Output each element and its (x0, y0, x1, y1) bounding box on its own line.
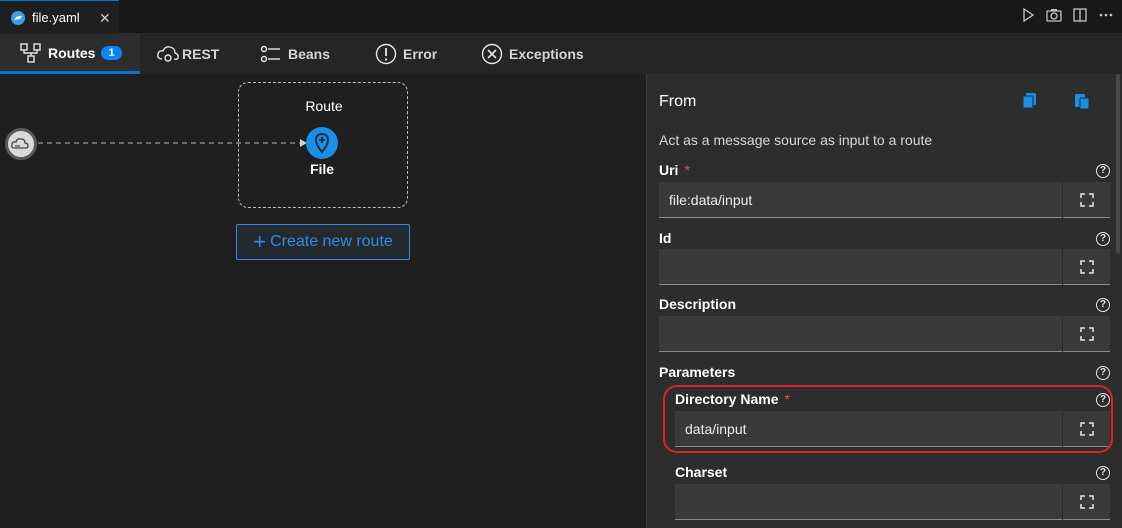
tab-routes-label: Routes (48, 44, 96, 61)
properties-panel: From Act as a message source as input to… (646, 74, 1122, 528)
expand-icon[interactable] (1062, 249, 1110, 285)
more-icon[interactable] (1098, 8, 1114, 24)
help-icon[interactable]: ? (1096, 466, 1110, 480)
help-icon[interactable]: ? (1096, 232, 1110, 246)
panel-title: From (659, 93, 697, 110)
tab-beans-label: Beans (288, 46, 331, 62)
tab-error[interactable]: Error (375, 34, 437, 74)
copy-icon[interactable] (1021, 92, 1039, 110)
file-tab-label: file.yaml (32, 10, 80, 25)
file-tab[interactable]: file.yaml ✕ (0, 0, 119, 34)
required-marker: * (684, 162, 690, 178)
expand-icon[interactable] (1062, 484, 1110, 520)
help-icon[interactable]: ? (1096, 298, 1110, 312)
panel-description: Act as a message source as input to a ro… (659, 132, 933, 148)
id-label: Id (659, 230, 672, 246)
uri-value: file:data/input (669, 192, 753, 208)
rest-cloud-icon (157, 46, 179, 62)
editor-actions (1020, 7, 1114, 24)
description-field[interactable] (659, 316, 1110, 352)
split-editor-icon[interactable] (1072, 8, 1088, 24)
uri-label: Uri * (659, 162, 690, 178)
play-icon[interactable] (1020, 7, 1036, 24)
exceptions-icon (481, 43, 503, 65)
routes-count-badge: 1 (101, 45, 122, 60)
designer-nav: Routes 1 REST Beans Error Exceptions (0, 34, 1122, 74)
tab-error-label: Error (403, 46, 438, 62)
tab-beans[interactable]: Beans (260, 34, 330, 74)
uri-field[interactable]: file:data/input (659, 182, 1110, 218)
expand-icon[interactable] (1062, 316, 1110, 352)
help-icon[interactable]: ? (1096, 366, 1110, 380)
route-designer-canvas[interactable]: Route File + Create new route (0, 74, 646, 528)
create-new-route-button[interactable]: + Create new route (236, 224, 410, 260)
camera-icon[interactable] (1046, 8, 1062, 24)
panel-scrollbar[interactable] (1116, 74, 1120, 254)
description-label: Description (659, 296, 737, 312)
plus-icon: + (253, 229, 267, 254)
file-location-icon (315, 133, 329, 154)
help-icon[interactable]: ? (1096, 164, 1110, 178)
uri-label-text: Uri (659, 162, 679, 178)
charset-field[interactable] (675, 484, 1110, 520)
error-icon (375, 43, 397, 65)
close-tab-icon[interactable]: ✕ (99, 10, 111, 27)
tab-routes[interactable]: Routes 1 (0, 34, 140, 74)
create-new-route-label: Create new route (270, 233, 393, 250)
tab-exceptions-label: Exceptions (509, 46, 584, 62)
charset-label: Charset (675, 464, 728, 480)
id-field[interactable] (659, 249, 1110, 285)
tab-exceptions[interactable]: Exceptions (481, 34, 584, 74)
highlight-annotation (663, 385, 1113, 453)
tab-rest-label: REST (182, 46, 220, 62)
file-step-label: File (309, 161, 335, 177)
camel-file-icon (11, 10, 25, 25)
source-endpoint-node[interactable] (5, 128, 37, 160)
cloud-source-icon (11, 138, 29, 149)
expand-icon[interactable] (1062, 182, 1110, 218)
title-bar: file.yaml ✕ (0, 0, 1122, 34)
file-step-node[interactable] (306, 127, 338, 159)
parameters-label: Parameters (659, 364, 736, 380)
route-title: Route (305, 98, 343, 114)
paste-icon[interactable] (1073, 92, 1091, 110)
beans-icon (260, 45, 280, 63)
tab-rest[interactable]: REST (156, 34, 219, 74)
routes-icon (20, 42, 41, 63)
